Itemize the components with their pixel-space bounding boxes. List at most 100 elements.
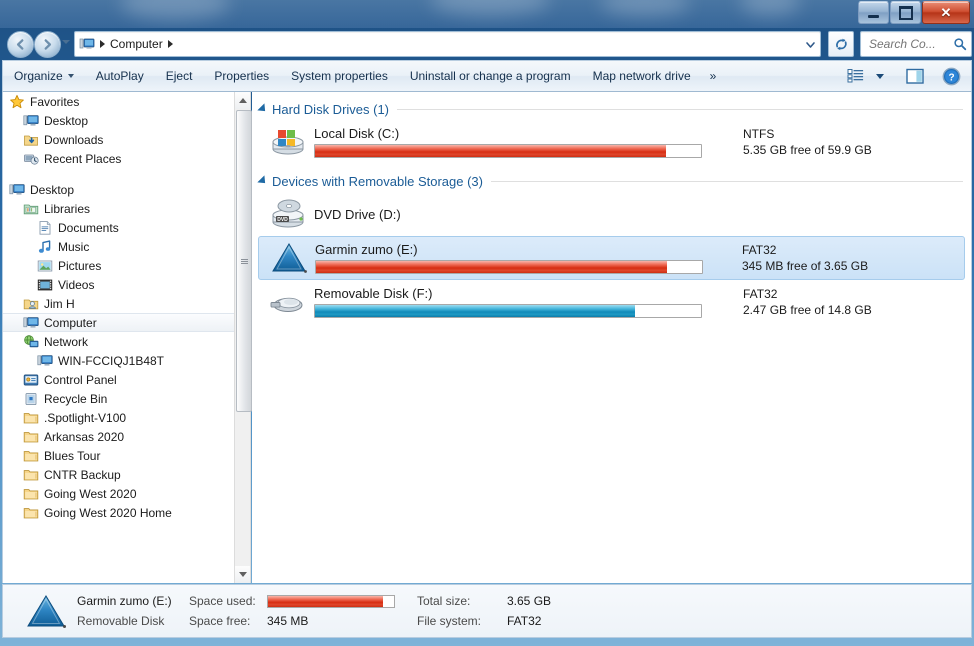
sidebar-item-label: Music [58,239,90,254]
properties-button[interactable]: Properties [204,64,279,88]
sidebar-item-downloads[interactable]: Downloads [3,130,234,149]
sidebar-item-label: Going West 2020 Home [44,505,172,520]
back-button[interactable] [7,31,34,58]
sidebar-item-label: Recycle Bin [44,391,108,406]
organize-button[interactable]: Organize [4,64,84,88]
drive-row[interactable]: Local Disk (C:) NTFS 5.35 GB free of 59.9 … [258,120,965,164]
sidebar-item-label: Jim H [44,296,75,311]
scrollbar-thumb[interactable] [236,110,252,412]
sidebar-item-label: CNTR Backup [44,467,121,482]
scroll-down-button[interactable] [235,566,250,583]
sidebar-item-control-panel[interactable]: Control Panel [3,370,234,389]
uninstall-button[interactable]: Uninstall or change a program [400,64,581,88]
group-header[interactable]: Devices with Removable Storage (3) [252,170,971,192]
sidebar-item-libraries[interactable]: Libraries [3,199,234,218]
sidebar-item-computer[interactable]: Computer [3,313,234,332]
search-icon[interactable] [953,37,967,51]
preview-pane-icon[interactable] [901,63,929,89]
sidebar-item-label: Desktop [30,182,75,197]
breadcrumb-separator[interactable] [167,40,173,48]
collapse-triangle-icon[interactable] [257,103,269,115]
eject-button[interactable]: Eject [156,64,203,88]
collapse-triangle-icon[interactable] [257,175,269,187]
sidebar-item-desktop[interactable]: Desktop [3,180,234,199]
sidebar-item-label: Favorites [30,94,80,109]
history-dropdown-icon[interactable] [62,40,70,44]
sidebar-item-documents[interactable]: Documents [3,218,234,237]
views-icon[interactable] [841,63,869,89]
toolbar-overflow-button[interactable]: » [702,65,725,87]
drive-name: Local Disk (C:) [314,126,400,141]
drive-name: Garmin zumo (E:) [315,242,418,257]
garmin-icon [23,588,69,634]
drive-row[interactable]: Garmin zumo (E:) FAT32 345 MB free of 3.65… [258,236,965,280]
music-icon [37,239,53,255]
sidebar-item-jim-h[interactable]: Jim H [3,294,234,313]
drive-row[interactable]: Removable Disk (F:) FAT32 2.47 GB free of … [258,280,965,324]
recyclebin-icon [23,391,39,407]
sidebar-item-blues-tour[interactable]: Blues Tour [3,446,234,465]
space-used-label: Space used: [189,594,256,608]
capacity-bar [314,144,702,158]
drive-info: Removable Disk (F:) [314,286,714,318]
search-box[interactable] [860,31,972,57]
sidebar-item-recycle-bin[interactable]: Recycle Bin [3,389,234,408]
sidebar-item-label: .Spotlight-V100 [44,410,127,425]
space-free-label: Space free: [189,614,251,628]
sidebar-item-going-west-2020[interactable]: Going West 2020 [3,484,234,503]
sidebar-item-videos[interactable]: Videos [3,275,234,294]
sidebar-item-spotlight-v100[interactable]: .Spotlight-V100 [3,408,234,427]
chevron-down-icon [67,74,74,78]
minimize-icon [868,14,879,18]
sidebar-item-favorites[interactable]: Favorites [3,92,234,111]
space-free-value: 345 MB [267,614,309,628]
library-icon [23,201,39,217]
search-input[interactable] [867,36,953,52]
sidebar-item-network[interactable]: Network [3,332,234,351]
views-dropdown-icon[interactable] [871,63,889,89]
system-properties-button[interactable]: System properties [281,64,398,88]
sidebar-item-music[interactable]: Music [3,237,234,256]
group-header[interactable]: Hard Disk Drives (1) [252,98,971,120]
harddisk-icon [268,122,308,162]
refresh-icon [835,38,847,50]
navigation-pane[interactable]: Favorites Desktop Downloads Recent Places De… [2,92,234,583]
address-dropdown-icon[interactable] [802,36,818,52]
drive-name: DVD Drive (D:) [314,206,401,222]
maximize-button[interactable] [890,1,921,24]
address-bar-row: Computer [0,28,974,59]
group-rule [490,180,963,182]
close-button[interactable]: ✕ [922,1,970,24]
file-list-pane[interactable]: Hard Disk Drives (1) Local Disk (C:) NTFS 5… [252,92,972,583]
autoplay-button[interactable]: AutoPlay [86,64,154,88]
svg-text:DVD: DVD [277,217,288,223]
recent-icon [23,151,39,167]
sidebar-item-recent-places[interactable]: Recent Places [3,149,234,168]
space-used-bar-fill [268,595,383,607]
help-icon[interactable]: ? [937,63,965,89]
refresh-button[interactable] [828,31,854,57]
sidebar-item-label: Recent Places [44,151,122,166]
scroll-up-button[interactable] [235,92,250,109]
total-size-value: 3.65 GB [507,594,552,608]
breadcrumb-computer[interactable]: Computer [110,37,163,51]
sidebar-item-label: Control Panel [44,372,117,387]
navigation-scrollbar[interactable] [234,92,252,583]
picture-icon [37,258,53,274]
map-network-drive-button[interactable]: Map network drive [583,64,701,88]
scrollbar-grip [240,258,248,265]
minimize-button[interactable] [858,1,889,24]
sidebar-item-cntr-backup[interactable]: CNTR Backup [3,465,234,484]
sidebar-item-win-fcciqj1b48t[interactable]: WIN-FCCIQJ1B48T [3,351,234,370]
forward-button[interactable] [34,31,61,58]
sidebar-item-arkansas-2020[interactable]: Arkansas 2020 [3,427,234,446]
sidebar-item-label: Desktop [44,113,89,128]
drive-filesystem: NTFS [743,127,775,141]
drive-row[interactable]: DVD DVD Drive (D:) [258,192,965,236]
address-bar[interactable]: Computer [74,31,821,57]
sidebar-item-label: Libraries [44,201,91,216]
sidebar-item-going-west-2020-home[interactable]: Going West 2020 Home [3,503,234,522]
sidebar-item-desktop[interactable]: Desktop [3,111,234,130]
network-icon [23,334,39,350]
sidebar-item-pictures[interactable]: Pictures [3,256,234,275]
